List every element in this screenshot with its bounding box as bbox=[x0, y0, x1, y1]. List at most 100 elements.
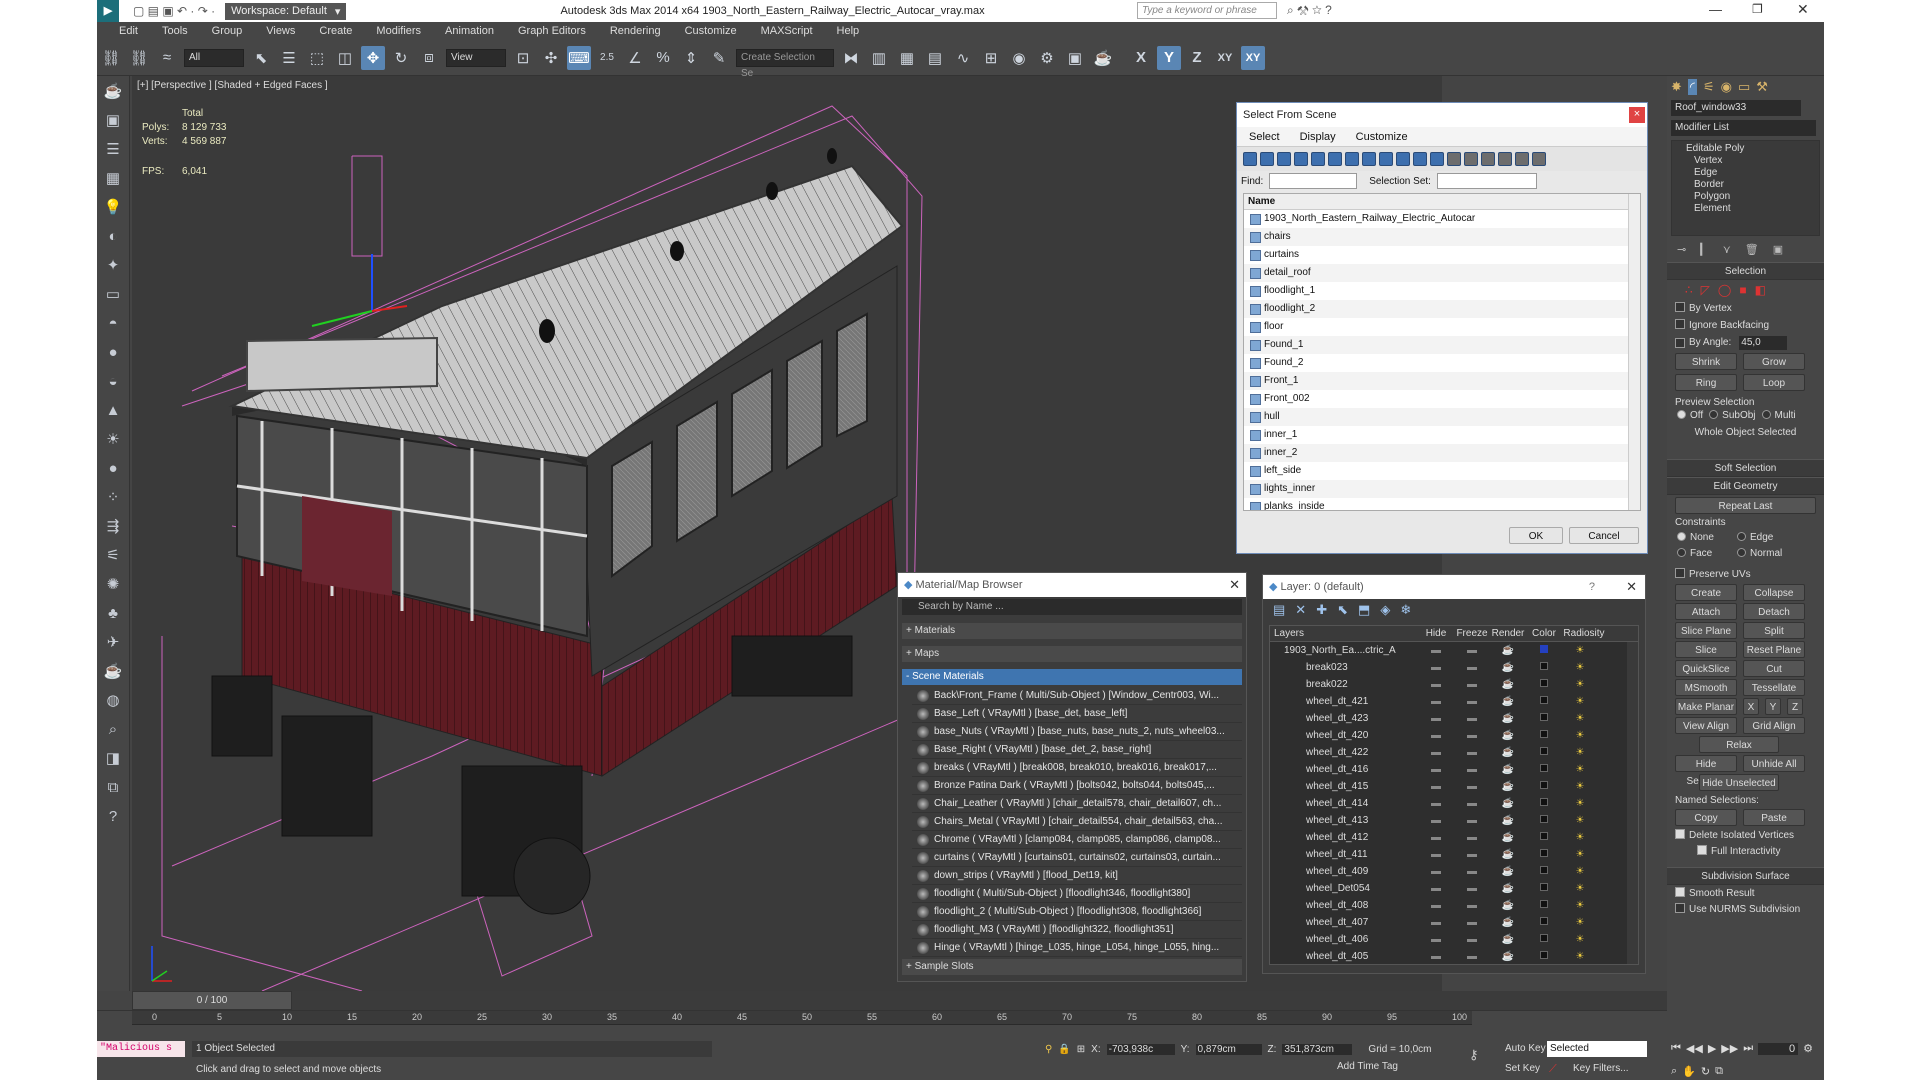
slice-button[interactable]: Slice bbox=[1675, 641, 1737, 658]
render-icon[interactable]: ☕ bbox=[1490, 897, 1526, 914]
hide-unselected-button[interactable]: Hide Unselected bbox=[1699, 774, 1779, 791]
spinner-snap-icon[interactable]: ⇕ bbox=[679, 46, 703, 70]
material-row[interactable]: Bronze Patina Dark ( VRayMtl ) [bolts042… bbox=[912, 777, 1242, 795]
smooth-result-checkbox[interactable]: Smooth Result bbox=[1667, 885, 1824, 901]
sfs-filter-icon[interactable] bbox=[1260, 152, 1274, 166]
time-slider-thumb[interactable]: 0 / 100 bbox=[132, 991, 292, 1010]
close-icon[interactable]: ✕ bbox=[1229, 573, 1240, 597]
color-swatch[interactable] bbox=[1526, 812, 1562, 829]
layer-row[interactable]: wheel_dt_411 ▬ ▬ ☕ ☀ bbox=[1270, 846, 1638, 863]
object-name-field[interactable]: Roof_window33 bbox=[1671, 100, 1801, 116]
percent-snap-icon[interactable]: % bbox=[651, 46, 675, 70]
scene-object-row[interactable]: hull bbox=[1244, 408, 1640, 426]
sfs-filter-icon[interactable] bbox=[1379, 152, 1393, 166]
preserve-uvs-checkbox[interactable]: Preserve UVs bbox=[1667, 562, 1824, 582]
edge-icon[interactable]: ◸ bbox=[1701, 283, 1710, 297]
layers-icon[interactable]: ⧉ bbox=[101, 775, 125, 799]
menu-item-group[interactable]: Group bbox=[202, 22, 257, 40]
freeze-toggle[interactable]: ▬ bbox=[1454, 897, 1490, 914]
sfs-tab-customize[interactable]: Customize bbox=[1346, 131, 1418, 143]
material-row[interactable]: base_Nuts ( VRayMtl ) [base_nuts, base_n… bbox=[912, 723, 1242, 741]
mmb-group-maps[interactable]: + Maps bbox=[902, 646, 1242, 662]
layer-row[interactable]: wheel_dt_414 ▬ ▬ ☕ ☀ bbox=[1270, 795, 1638, 812]
key-filters-button[interactable]: Key Filters... bbox=[1573, 1063, 1629, 1074]
selection-filter-dropdown[interactable]: All bbox=[184, 48, 244, 67]
color-swatch[interactable] bbox=[1526, 829, 1562, 846]
render-icon[interactable]: ☕ bbox=[1490, 710, 1526, 727]
hide-toggle[interactable]: ▬ bbox=[1418, 846, 1454, 863]
preview-multi-radio[interactable]: Multi bbox=[1761, 410, 1796, 421]
cancel-button[interactable]: Cancel bbox=[1569, 527, 1639, 544]
material-row[interactable]: down_strips ( VRayMtl ) [flood_Det19, ki… bbox=[912, 867, 1242, 885]
new-layer-icon[interactable]: ▤ bbox=[1273, 602, 1285, 618]
mmb-search-input[interactable]: Search by Name ... bbox=[902, 599, 1242, 615]
sfs-filter-icon[interactable] bbox=[1294, 152, 1308, 166]
planar-x-button[interactable]: X bbox=[1743, 698, 1759, 715]
x-coordinate-field[interactable]: -703,938c bbox=[1106, 1043, 1175, 1055]
rotate-icon[interactable]: ↻ bbox=[389, 46, 413, 70]
scale-icon[interactable]: ⧈ bbox=[417, 46, 441, 70]
grid-icon[interactable]: ▦ bbox=[101, 166, 125, 190]
pivot-icon[interactable]: ⊡ bbox=[511, 46, 535, 70]
full-interactivity-checkbox[interactable]: Full Interactivity bbox=[1667, 843, 1824, 859]
menu-item-views[interactable]: Views bbox=[256, 22, 309, 40]
current-frame-field[interactable]: 0 bbox=[1758, 1042, 1799, 1055]
freeze-toggle[interactable]: ▬ bbox=[1454, 710, 1490, 727]
freeze-toggle[interactable]: ▬ bbox=[1454, 914, 1490, 931]
align-icon[interactable]: ▥ bbox=[867, 46, 891, 70]
render-frame-icon[interactable]: ▣ bbox=[101, 108, 125, 132]
hide-toggle[interactable]: ▬ bbox=[1418, 778, 1454, 795]
search-tools-icons[interactable]: ⌕ ⚒ ☆ ? bbox=[1287, 3, 1332, 18]
render-icon[interactable]: ☕ bbox=[1091, 46, 1115, 70]
sfs-filter-icon[interactable] bbox=[1413, 152, 1427, 166]
snap-toggle-icon[interactable]: 2.5 bbox=[595, 46, 619, 70]
modifier-list-dropdown[interactable]: Modifier List bbox=[1671, 120, 1816, 136]
freeze-toggle[interactable]: ▬ bbox=[1454, 744, 1490, 761]
scene-object-row[interactable]: lights_inner bbox=[1244, 480, 1640, 498]
hide-toggle[interactable]: ▬ bbox=[1418, 914, 1454, 931]
key-icon[interactable]: ⚷ bbox=[1469, 1047, 1479, 1063]
rect-selection-icon[interactable]: ⬚ bbox=[305, 46, 329, 70]
selection-set-dropdown[interactable] bbox=[1436, 173, 1537, 189]
sun-icon[interactable]: ☀ bbox=[101, 427, 125, 451]
color-swatch[interactable] bbox=[1526, 914, 1562, 931]
copy-button[interactable]: Copy bbox=[1675, 809, 1737, 826]
material-row[interactable]: Hinge ( VRayMtl ) [hinge_L035, hinge_L05… bbox=[912, 939, 1242, 957]
search-input[interactable]: Type a keyword or phrase bbox=[1137, 2, 1277, 19]
sfs-tab-display[interactable]: Display bbox=[1290, 131, 1346, 143]
key-filter-icon[interactable]: ⟋ bbox=[1549, 1063, 1557, 1076]
color-swatch[interactable] bbox=[1526, 727, 1562, 744]
prev-frame-icon[interactable]: ◀◀ bbox=[1686, 1042, 1703, 1055]
schematic-view-icon[interactable]: ⊞ bbox=[979, 46, 1003, 70]
msmooth-button[interactable]: MSmooth bbox=[1675, 679, 1737, 696]
scene-object-row[interactable]: Front_1 bbox=[1244, 372, 1640, 390]
layer-row[interactable]: wheel_dt_409 ▬ ▬ ☕ ☀ bbox=[1270, 863, 1638, 880]
layer-row[interactable]: wheel_dt_422 ▬ ▬ ☕ ☀ bbox=[1270, 744, 1638, 761]
radiosity-icon[interactable]: ☀ bbox=[1562, 931, 1598, 948]
pan-icon[interactable]: ✋ bbox=[1682, 1065, 1696, 1078]
shrink-button[interactable]: Shrink bbox=[1675, 353, 1737, 370]
particle-icon[interactable]: ⁘ bbox=[101, 485, 125, 509]
next-frame-icon[interactable]: ▶▶ bbox=[1721, 1042, 1738, 1055]
preview-subobj-radio[interactable]: SubObj bbox=[1709, 410, 1756, 421]
box-icon[interactable]: ▭ bbox=[101, 282, 125, 306]
render-icon[interactable]: ☕ bbox=[1490, 761, 1526, 778]
hide-toggle[interactable]: ▬ bbox=[1418, 659, 1454, 676]
create-button[interactable]: Create bbox=[1675, 584, 1737, 601]
border-icon[interactable]: ◯ bbox=[1718, 283, 1731, 297]
menu-item-animation[interactable]: Animation bbox=[435, 22, 508, 40]
menu-item-customize[interactable]: Customize bbox=[675, 22, 751, 40]
freeze-toggle[interactable]: ▬ bbox=[1454, 863, 1490, 880]
axis-x-button[interactable]: X bbox=[1129, 46, 1153, 70]
zoom-extents-icon[interactable]: ⌕ bbox=[1671, 1065, 1677, 1078]
freeze-toggle[interactable]: ▬ bbox=[1454, 778, 1490, 795]
axis-z-button[interactable]: Z bbox=[1185, 46, 1209, 70]
freeze-toggle[interactable]: ▬ bbox=[1454, 795, 1490, 812]
layer-row[interactable]: wheel_dt_407 ▬ ▬ ☕ ☀ bbox=[1270, 914, 1638, 931]
render-icon[interactable]: ☕ bbox=[1490, 693, 1526, 710]
render-icon[interactable]: ☕ bbox=[1490, 676, 1526, 693]
render-icon[interactable]: ☕ bbox=[1490, 795, 1526, 812]
scene-object-row[interactable]: left_side bbox=[1244, 462, 1640, 480]
radiosity-icon[interactable]: ☀ bbox=[1562, 863, 1598, 880]
render-icon[interactable]: ☕ bbox=[1490, 727, 1526, 744]
